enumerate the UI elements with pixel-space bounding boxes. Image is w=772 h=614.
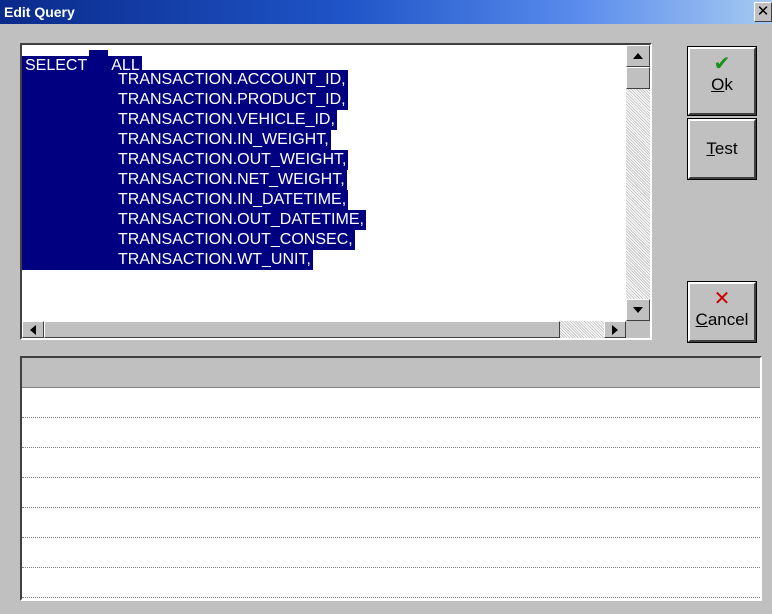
scroll-right-button[interactable]	[604, 321, 626, 338]
query-column-text: TRANSACTION.ACCOUNT_ID,	[116, 70, 348, 90]
query-select-line: SELECT ALL	[22, 50, 626, 76]
scroll-up-button[interactable]	[626, 45, 650, 67]
ok-button[interactable]: ✔ Ok	[687, 46, 757, 116]
query-line: TRANSACTION.IN_DATETIME,	[22, 190, 626, 210]
close-icon: ✕	[756, 3, 770, 20]
query-column-text: TRANSACTION.NET_WEIGHT,	[116, 170, 347, 190]
grid-row[interactable]	[22, 448, 760, 478]
cancel-label: Cancel	[695, 310, 749, 329]
query-column-text: TRANSACTION.VEHICLE_ID,	[116, 110, 337, 130]
query-line: TRANSACTION.OUT_CONSEC,	[22, 230, 626, 250]
query-line: TRANSACTION.PRODUCT_ID,	[22, 90, 626, 110]
query-column-text: TRANSACTION.WT_UNIT,	[116, 250, 313, 270]
test-label: Test	[706, 139, 738, 158]
vertical-scrollbar[interactable]	[626, 45, 650, 321]
results-grid[interactable]	[20, 356, 762, 601]
selection-gap	[89, 50, 109, 70]
query-column-text: TRANSACTION.OUT_DATETIME,	[116, 210, 366, 230]
query-line: TRANSACTION.IN_WEIGHT,	[22, 130, 626, 150]
query-line: TRANSACTION.ACCOUNT_ID,	[22, 70, 626, 90]
horizontal-scroll-thumb[interactable]	[44, 321, 560, 338]
close-button[interactable]: ✕	[754, 2, 772, 22]
grid-header	[22, 358, 760, 388]
vertical-scroll-thumb[interactable]	[626, 67, 650, 89]
horizontal-scrollbar[interactable]	[22, 321, 626, 338]
query-column-text: TRANSACTION.IN_DATETIME,	[116, 190, 349, 210]
window-title: Edit Query	[4, 4, 75, 20]
x-icon: ✕	[713, 288, 731, 310]
scroll-down-button[interactable]	[626, 299, 650, 321]
query-line: TRANSACTION.NET_WEIGHT,	[22, 170, 626, 190]
grid-row[interactable]	[22, 538, 760, 568]
arrow-left-icon	[30, 324, 36, 335]
query-line: TRANSACTION.WT_UNIT,	[22, 250, 626, 270]
query-column-text: TRANSACTION.OUT_CONSEC,	[116, 230, 355, 250]
query-editor[interactable]: SELECT ALL TRANSACTION.ACCOUNT_ID, TRANSAC…	[20, 43, 652, 340]
grid-row[interactable]	[22, 478, 760, 508]
grid-row[interactable]	[22, 568, 760, 598]
grid-row[interactable]	[22, 388, 760, 418]
arrow-down-icon	[633, 307, 643, 313]
query-column-text: TRANSACTION.OUT_WEIGHT,	[116, 150, 349, 170]
grid-row[interactable]	[22, 418, 760, 448]
query-column-lines: TRANSACTION.ACCOUNT_ID, TRANSACTION.PRODU…	[22, 70, 626, 270]
ok-label: Ok	[711, 75, 733, 94]
query-line: TRANSACTION.OUT_DATETIME,	[22, 210, 626, 230]
grid-row[interactable]	[22, 508, 760, 538]
scroll-corner	[626, 321, 650, 338]
checkmark-icon: ✔	[713, 53, 731, 75]
scroll-left-button[interactable]	[22, 321, 44, 338]
test-button[interactable]: Test	[687, 118, 757, 180]
arrow-right-icon	[612, 324, 618, 335]
query-text-area[interactable]: SELECT ALL TRANSACTION.ACCOUNT_ID, TRANSAC…	[22, 45, 626, 321]
query-column-text: TRANSACTION.PRODUCT_ID,	[116, 90, 348, 110]
query-line: TRANSACTION.OUT_WEIGHT,	[22, 150, 626, 170]
query-line: TRANSACTION.VEHICLE_ID,	[22, 110, 626, 130]
arrow-up-icon	[633, 53, 643, 59]
query-column-text: TRANSACTION.IN_WEIGHT,	[116, 130, 331, 150]
cancel-button[interactable]: ✕ Cancel	[687, 281, 757, 343]
title-bar: Edit Query ✕	[0, 0, 772, 24]
